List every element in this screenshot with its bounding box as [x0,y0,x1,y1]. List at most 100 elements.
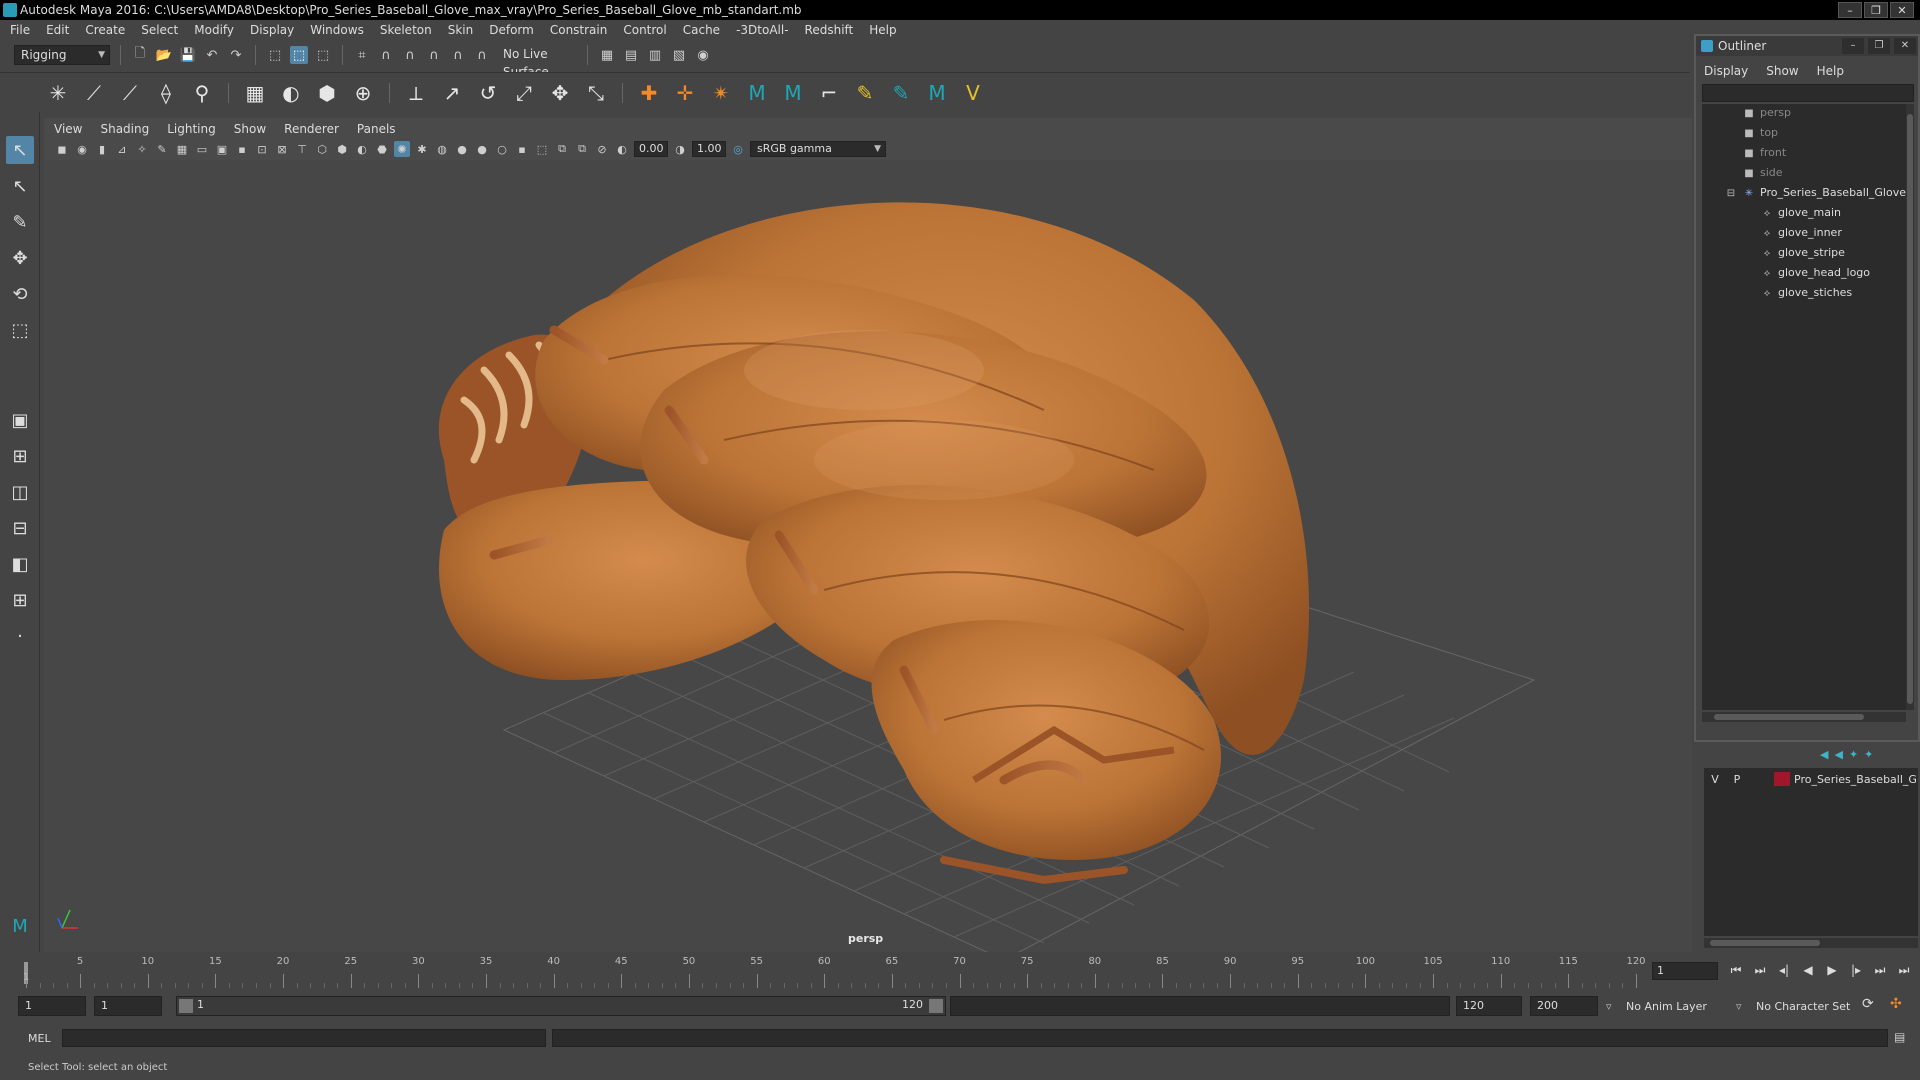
select-component-icon[interactable]: ⬚ [314,46,332,64]
pole-vector-icon[interactable]: ⤡ [582,79,610,107]
outliner-item-top[interactable]: ■ top [1742,124,1778,142]
outliner-filter-input[interactable] [1702,84,1914,102]
v-tool-icon[interactable]: V [959,79,987,107]
playback-end-field[interactable]: 120 [1456,996,1522,1016]
rig-tool-icon[interactable]: ⌐ [815,79,843,107]
snap-surface-icon[interactable]: ∩ [449,46,467,64]
point-constraint-icon[interactable]: ⟂ [402,79,430,107]
camera-icon[interactable]: ◼ [54,141,70,157]
menu-redshift[interactable]: Redshift [805,23,854,37]
new-layer-selected-icon[interactable]: ✦ [1864,748,1873,761]
snap-view-plane-icon[interactable]: ∩ [425,46,443,64]
go-to-start-icon[interactable]: ⏮ [1726,960,1746,980]
render-settings-icon[interactable]: ▧ [670,46,688,64]
menu-file[interactable]: File [10,23,30,37]
maximize-button[interactable]: ❐ [1864,2,1888,18]
character-set-arrow-icon[interactable]: ▿ [1736,1000,1742,1013]
open-scene-icon[interactable]: 📂 [155,46,173,64]
menuset-dropdown[interactable]: Rigging ▼ [14,45,110,65]
outliner-item-glove-head-logo[interactable]: ⟡ glove_head_logo [1760,264,1870,282]
menu-deform[interactable]: Deform [489,23,534,37]
brush-tool-icon[interactable]: ✎ [887,79,915,107]
outliner-horizontal-scrollbar[interactable] [1702,712,1906,722]
snap-curve-icon[interactable]: ∩ [377,46,395,64]
menu-skin[interactable]: Skin [448,23,474,37]
menu-control[interactable]: Control [623,23,666,37]
layer-row[interactable]: V P Pro_Series_Baseball_G [1704,770,1918,788]
skin-tool-icon[interactable]: ✎ [851,79,879,107]
paint-select-icon[interactable]: ✎ [6,208,34,236]
auto-key-icon[interactable]: ⟳ [1862,996,1874,1012]
scale-constraint-icon[interactable]: ⤢ [510,79,538,107]
menu-create[interactable]: Create [85,23,125,37]
safe-title-icon[interactable]: ⊤ [294,141,310,157]
menu-3dtoall[interactable]: -3DtoAll- [736,23,788,37]
exposure-icon[interactable]: ◐ [614,141,630,157]
layer-horizontal-scrollbar[interactable] [1704,938,1918,948]
gamma-icon[interactable]: ◑ [672,141,688,157]
ik-spline-icon[interactable]: ⟋ [116,79,144,107]
four-view-layout-icon[interactable]: ⊞ [6,442,34,470]
step-forward-frame-icon[interactable]: |▸ [1846,960,1866,980]
anim-layer-arrow-icon[interactable]: ▿ [1606,1000,1612,1013]
safe-action-icon[interactable]: ⊠ [274,141,290,157]
outliner-item-front[interactable]: ■ front [1742,144,1786,162]
outliner-item-glove-inner[interactable]: ⟡ glove_inner [1760,224,1842,242]
panel-menu-renderer[interactable]: Renderer [284,122,339,136]
exposure-field[interactable]: 0.00 [634,141,668,157]
outliner-item-side[interactable]: ■ side [1742,164,1782,182]
panel-menu-view[interactable]: View [54,122,82,136]
close-button[interactable]: ✕ [1890,2,1914,18]
menu-edit[interactable]: Edit [46,23,69,37]
select-hierarchy-icon[interactable]: ⬚ [266,46,284,64]
step-back-frame-icon[interactable]: ◂| [1774,960,1794,980]
locator-icon[interactable]: ✚ [635,79,663,107]
command-input[interactable] [62,1029,546,1047]
menu-help[interactable]: Help [869,23,896,37]
outliner-item-glove-main[interactable]: ⟡ glove_main [1760,204,1841,222]
new-layer-icon[interactable]: ✦ [1849,748,1858,761]
make-live-icon[interactable]: ∩ [473,46,491,64]
minimize-button[interactable]: – [1842,38,1864,54]
bind-skin-icon[interactable]: ▦ [241,79,269,107]
parent-constraint-icon[interactable]: ✥ [546,79,574,107]
wireframe-icon[interactable]: ⬡ [314,141,330,157]
move-layer-down-icon[interactable]: ◀ [1834,748,1842,761]
range-slider[interactable]: 1 120 [176,996,946,1016]
time-slider[interactable]: 1 5 10 15 20 25 30 35 40 45 50 55 60 65 70 75 80 85 90 95 10… [20,954,1652,988]
animation-end-field[interactable]: 200 [1530,996,1598,1016]
paint-weights-icon[interactable]: ◐ [277,79,305,107]
rotate-tool-icon[interactable]: ⟲ [6,280,34,308]
range-start-handle[interactable] [179,999,193,1013]
outliner-item-persp[interactable]: ■ persp [1742,104,1791,122]
mirror-joint-icon[interactable]: ⟠ [152,79,180,107]
gamma-field[interactable]: 1.00 [692,141,726,157]
menu-modify[interactable]: Modify [194,23,234,37]
cluster-icon[interactable]: ⊕ [349,79,377,107]
image-plane-icon[interactable]: ⊿ [114,141,130,157]
layer-visibility-toggle[interactable]: V [1704,773,1726,786]
grid-icon[interactable]: ▦ [174,141,190,157]
two-d-pan-icon[interactable]: ✧ [134,141,150,157]
render-view-icon[interactable]: ▦ [598,46,616,64]
isolate-select-icon[interactable]: ▪ [514,141,530,157]
single-view-layout-icon[interactable]: ▣ [6,406,34,434]
menu-windows[interactable]: Windows [310,23,364,37]
ambient-occlusion-icon[interactable]: ◍ [434,141,450,157]
shadows-icon[interactable]: ✱ [414,141,430,157]
panel-menu-shading[interactable]: Shading [100,122,149,136]
backface-icon[interactable]: ⊘ [594,141,610,157]
menu-display[interactable]: Display [250,23,294,37]
outliner-menu-display[interactable]: Display [1704,64,1748,78]
character-set-dropdown[interactable]: No Character Set [1756,1000,1850,1013]
anim-layer-dropdown[interactable]: No Anim Layer [1626,1000,1707,1013]
panel-menu-panels[interactable]: Panels [357,122,396,136]
current-frame-field[interactable]: 1 [1652,962,1718,980]
custom-layout-icon[interactable]: · [6,622,34,650]
outliner-vertical-scrollbar[interactable] [1906,104,1914,710]
textured-icon[interactable]: ⬣ [374,141,390,157]
smooth-shade-icon[interactable]: ⬢ [334,141,350,157]
animation-start-field[interactable]: 1 [18,996,86,1016]
undo-icon[interactable]: ↶ [203,46,221,64]
script-language-toggle[interactable]: MEL [28,1032,51,1045]
